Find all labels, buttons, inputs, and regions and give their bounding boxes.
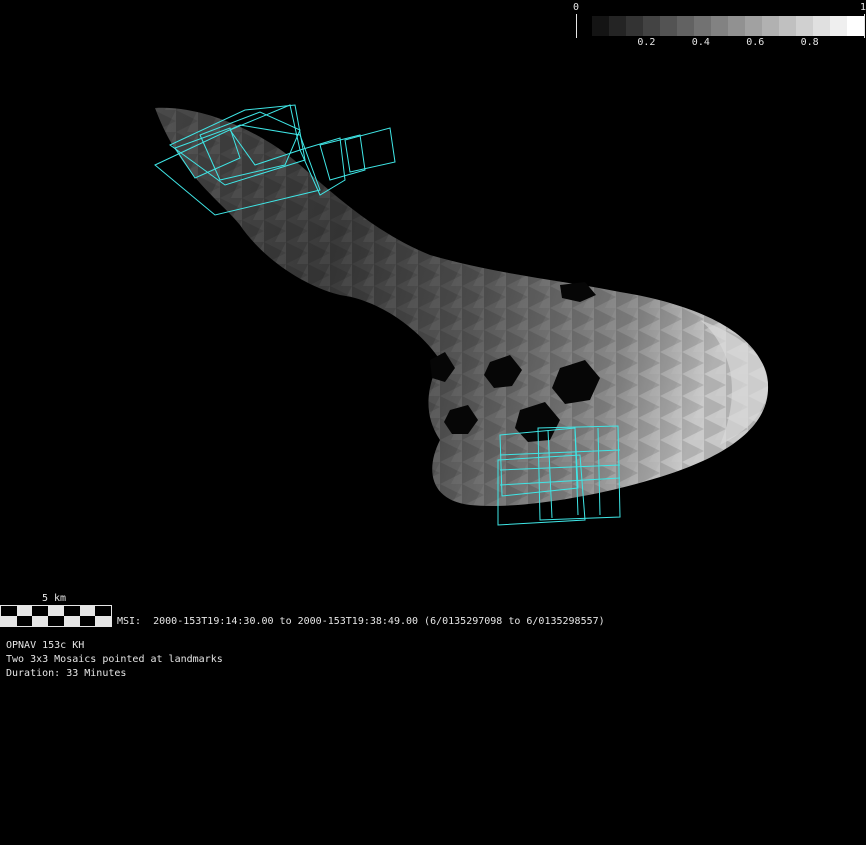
scale-bar-label: 5 km [42, 593, 67, 604]
colorbar-gradient [592, 16, 864, 36]
colorbar: 0 1 0.2 0.4 0.6 0.8 [573, 2, 866, 54]
scale-bar-block [16, 616, 33, 626]
colorbar-step [677, 16, 694, 36]
msi-time-range: MSI: 2000-153T19:14:30.00 to 2000-153T19… [117, 616, 605, 627]
colorbar-step [660, 16, 677, 36]
colorbar-tick-label: 0.6 [746, 37, 765, 48]
colorbar-step [830, 16, 847, 36]
scale-bar-block [63, 606, 80, 616]
colorbar-tick-label: 0.4 [691, 37, 710, 48]
scale-bar-block [48, 616, 64, 626]
scale-bar-blocks [0, 605, 112, 627]
colorbar-step [813, 16, 830, 36]
colorbar-step [694, 16, 711, 36]
colorbar-max-label: 1 [859, 2, 866, 13]
scale-bar-block [1, 616, 17, 626]
scale-bar-block [79, 616, 96, 626]
colorbar-step [745, 16, 762, 36]
colorbar-step [728, 16, 745, 36]
colorbar-step [626, 16, 643, 36]
colorbar-step [592, 16, 609, 36]
colorbar-step [847, 16, 864, 36]
colorbar-min-label: 0 [573, 2, 580, 13]
scale-bar-block [48, 606, 64, 616]
scale-bar-block [95, 616, 111, 626]
caption-duration: Duration: 33 Minutes [6, 668, 127, 679]
scale-bar-block [32, 606, 49, 616]
colorbar-step [609, 16, 626, 36]
colorbar-axis-line [576, 14, 577, 38]
colorbar-axis-end [864, 14, 865, 38]
scale-bar-block [95, 606, 111, 616]
caption-description: Two 3x3 Mosaics pointed at landmarks [6, 654, 223, 665]
colorbar-step [762, 16, 779, 36]
colorbar-step [643, 16, 660, 36]
scale-bar-block [16, 606, 33, 616]
scale-bar-block [1, 606, 17, 616]
colorbar-tick-label: 0.2 [637, 37, 656, 48]
scale-bar-block [79, 606, 96, 616]
colorbar-step [796, 16, 813, 36]
colorbar-step [779, 16, 796, 36]
colorbar-step [711, 16, 728, 36]
caption-title: OPNAV 153c KH [6, 640, 85, 651]
scale-bar-block [32, 616, 49, 626]
scale-bar-block [63, 616, 80, 626]
colorbar-tick-label: 0.8 [800, 37, 819, 48]
asteroid-render [154, 104, 769, 526]
